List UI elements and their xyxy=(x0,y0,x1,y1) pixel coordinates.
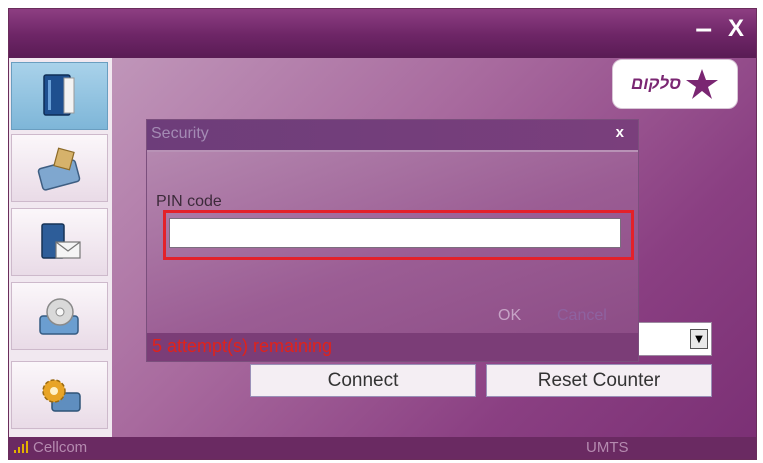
dialog-footer: 5 attempt(s) remaining xyxy=(147,333,638,361)
signal-icon xyxy=(14,441,28,453)
pin-code-input[interactable] xyxy=(169,218,621,248)
disk-icon xyxy=(38,298,79,335)
dialog-title: Security xyxy=(151,125,209,142)
chevron-down-icon[interactable]: ▼ xyxy=(690,329,708,349)
connect-button[interactable]: Connect xyxy=(250,364,476,397)
brand-logo: סלקום xyxy=(612,59,738,109)
sidebar-item-disk[interactable] xyxy=(11,282,108,350)
sim-card-icon xyxy=(37,147,80,191)
sidebar xyxy=(9,58,112,438)
reset-counter-button[interactable]: Reset Counter xyxy=(486,364,712,397)
title-bar: – X xyxy=(9,9,756,58)
messages-icon xyxy=(40,223,81,259)
cancel-button[interactable]: Cancel xyxy=(557,307,607,325)
status-bar: Cellcom UMTS xyxy=(9,437,756,459)
star-icon xyxy=(685,69,718,99)
carrier-name: Cellcom xyxy=(33,439,88,456)
logo-text: סלקום xyxy=(631,74,681,93)
dialog-title-bar: Security x xyxy=(147,120,638,152)
phonebook-icon xyxy=(42,74,74,116)
sidebar-item-sim[interactable] xyxy=(11,134,108,202)
ok-button[interactable]: OK xyxy=(498,307,521,325)
close-app-button[interactable]: X xyxy=(728,15,744,43)
sidebar-item-messages[interactable] xyxy=(11,208,108,276)
attempts-remaining-text: 5 attempt(s) remaining xyxy=(152,336,333,356)
network-type: UMTS xyxy=(586,439,629,456)
pin-code-label: PIN code xyxy=(156,193,222,210)
minimize-button[interactable]: – xyxy=(695,12,712,46)
sidebar-item-settings[interactable] xyxy=(11,361,108,429)
dialog-close-button[interactable]: x xyxy=(616,124,624,141)
security-dialog: Security x PIN code OK Cancel 5 attempt(… xyxy=(146,119,639,362)
app-window: – X סלקום ▼ Connect Reset Counter Securi… xyxy=(8,8,757,460)
settings-gear-icon xyxy=(41,379,81,412)
sidebar-item-phonebook[interactable] xyxy=(11,62,108,130)
connection-select[interactable]: ▼ xyxy=(636,322,712,356)
